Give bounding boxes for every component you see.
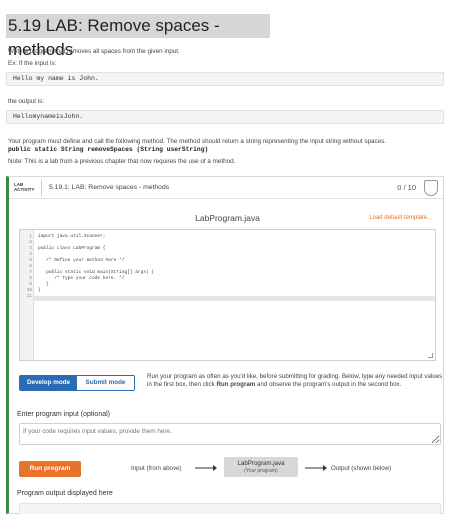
mode-toggle: Develop mode Submit mode [19,375,135,391]
code-line: public class LabProgram { [38,246,106,251]
completion-shield-icon [424,180,438,196]
line-number: 8 [29,276,32,281]
develop-mode-button[interactable]: Develop mode [20,376,77,390]
line-number: 3 [29,246,32,251]
resize-grip-icon[interactable] [428,353,433,358]
code-line: } [38,288,41,293]
program-output-label: Program output displayed here [17,490,113,497]
code-line: import java.util.Scanner; [38,234,106,239]
program-input-label: Enter program input (optional) [17,411,110,418]
flow-arrow-icon [195,465,217,471]
code-line: public static void main(String[] args) { [38,270,155,275]
program-output-box [19,503,441,514]
run-description-part2: and observe the program's output in the … [255,381,402,388]
line-number: 11 [26,294,32,299]
line-number: 9 [29,282,32,287]
submit-mode-button[interactable]: Submit mode [77,376,134,390]
line-number: 5 [29,258,32,263]
line-number: 1 [29,234,32,239]
load-default-template-link[interactable]: Load default template... [369,215,432,221]
code-line: } [38,282,49,287]
output-intro-text: the output is: [8,98,45,105]
run-description: Run your program as often as you'd like,… [147,373,445,389]
instructions-text: Write a program that removes all spaces … [8,48,180,55]
line-number: 7 [29,270,32,275]
code-line: /* Define your method here */ [38,258,125,263]
active-line-highlight [34,296,435,301]
example-input-box: Hello my name is John. [6,72,444,86]
code-line: /* Type your code here. */ [38,276,125,281]
run-program-button[interactable]: Run program [19,461,81,477]
flow-output-label: Output (shown below) [331,465,392,472]
example-intro-text: Ex: If the input is: [8,60,57,67]
lab-score: 0 / 10 [397,183,416,192]
line-number: 2 [29,240,32,245]
file-header: LabProgram.java Load default template... [19,209,436,229]
run-description-bold: Run program [216,381,256,388]
note-text: Note: This is a lab from a previous chap… [8,158,236,165]
header-divider [41,180,42,196]
program-input-field[interactable] [19,423,441,445]
method-signature: public static String removeSpaces (Strin… [8,146,209,153]
line-number: 10 [26,288,32,293]
lab-tag-line2: ACTIVITY [14,187,35,192]
line-number: 4 [29,252,32,257]
lab-activity-header: LAB ACTIVITY 5.19.1: LAB: Remove spaces … [9,177,444,199]
code-editor[interactable]: 1 import java.util.Scanner; 2 3 public class… [19,229,436,361]
page-title: 5.19 LAB: Remove spaces - methods [6,14,270,59]
flow-input-label: Input (from above) [131,465,182,472]
flow-box-subtitle: (Your program) [244,468,278,474]
flow-arrow-icon [305,465,327,471]
program-flow-box: LabProgram.java (Your program) [224,457,298,477]
flow-box-title: LabProgram.java [237,460,285,467]
lab-activity-name: 5.19.1: LAB: Remove spaces - methods [49,184,170,191]
example-output-box: HellomynameisJohn. [6,110,444,124]
method-instructions-text: Your program must define and call the fo… [8,138,387,145]
lab-activity-tag: LAB ACTIVITY [14,182,35,192]
lab-activity-panel: LAB ACTIVITY 5.19.1: LAB: Remove spaces … [6,176,444,514]
line-number: 6 [29,264,32,269]
